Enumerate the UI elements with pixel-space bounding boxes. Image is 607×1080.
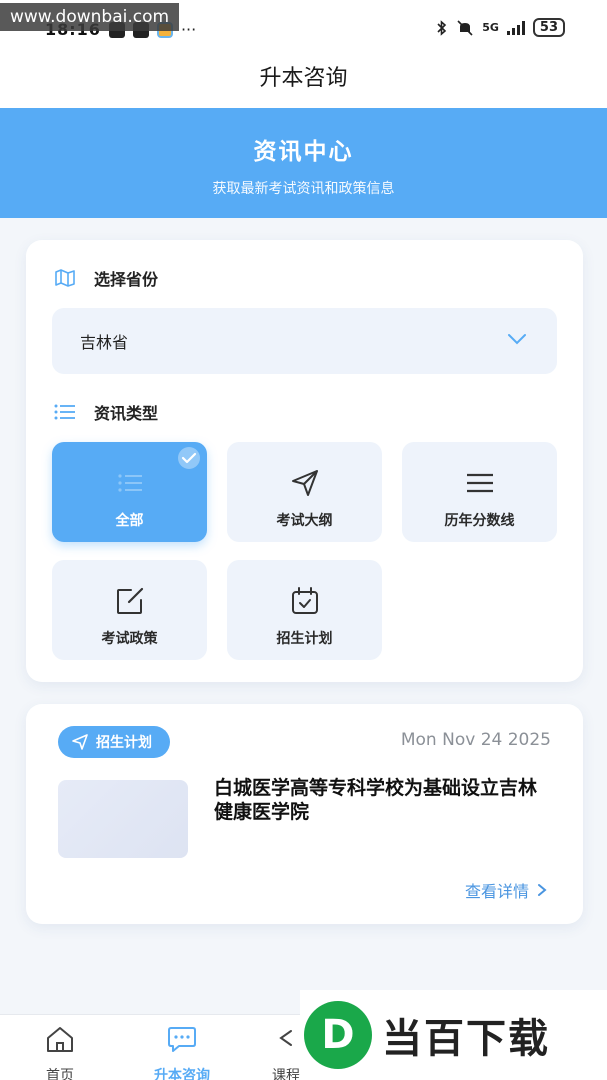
list-icon [117,474,142,492]
news-category-tag: 招生计划 [58,726,170,758]
chevron-down-icon [508,334,526,345]
province-section-head: 选择省份 [54,266,158,290]
type-tile-enrollment[interactable]: 招生计划 [227,560,382,660]
type-tile-label: 全部 [115,513,144,529]
type-tile-policy[interactable]: 考试政策 [52,560,207,660]
province-value: 吉林省 [80,333,129,352]
news-date: Mon Nov 24 2025 [400,730,551,750]
type-tile-all[interactable]: 全部 [52,442,207,542]
edit-icon [116,587,143,614]
bluetooth-icon [437,19,447,36]
calendar-check-icon [291,587,318,614]
page-title: 升本咨询 [259,66,348,91]
status-bar: 18:16 ··· 5G 53 www.downbai.com [0,0,607,50]
status-right: 5G 53 [436,18,565,37]
mute-icon [457,19,473,36]
news-title: 白城医学高等专科学校为基础设立吉林健康医学院 [214,777,538,823]
watermark-logo-icon: D [304,1001,372,1069]
watermark-url: www.downbai.com [0,3,180,31]
banner-title: 资讯中心 [253,139,354,165]
view-details-link[interactable]: 查看详情 [465,878,547,902]
news-tag-label: 招生计划 [96,735,152,751]
view-details-label: 查看详情 [464,882,529,901]
watermark-logo-letter: D [321,1012,355,1058]
filter-card: 选择省份 吉林省 资讯类型 全部 考试大纲 历年分数线 考试政策 招生计划 [26,240,583,682]
type-tile-label: 考试大纲 [276,513,333,529]
menu-icon [466,473,493,493]
send-icon [72,734,88,750]
home-icon [47,1027,73,1052]
type-tile-label: 历年分数线 [444,513,515,529]
type-section-head: 资讯类型 [54,400,158,424]
info-banner: 资讯中心 获取最新考试资讯和政策信息 [0,108,607,218]
more-icon: ··· [180,20,197,39]
type-label: 资讯类型 [94,404,159,423]
banner-subtitle: 获取最新考试资讯和政策信息 [212,181,395,197]
network-type: 5G [482,21,499,34]
share-icon [279,1030,292,1046]
map-icon [55,269,75,287]
tab-home[interactable]: 首页 [10,1015,110,1080]
tab-label: 首页 [46,1068,74,1080]
province-select[interactable]: 吉林省 [52,308,557,374]
list-icon [54,404,75,420]
watermark-logo-text: 当百下载 [382,1016,550,1062]
news-card[interactable]: 招生计划 Mon Nov 24 2025 白城医学高等专科学校为基础设立吉林健康… [26,704,583,924]
province-label: 选择省份 [94,270,159,289]
type-tile-syllabus[interactable]: 考试大纲 [227,442,382,542]
chat-icon [168,1027,196,1052]
type-tile-score-lines[interactable]: 历年分数线 [402,442,557,542]
news-thumbnail [58,780,188,858]
type-tile-label: 考试政策 [101,631,158,647]
tab-consult[interactable]: 升本咨询 [132,1015,232,1080]
nav-bar: 升本咨询 [0,50,607,108]
tab-label: 升本咨询 [154,1068,210,1080]
chevron-right-icon [538,884,547,896]
signal-icon [506,20,525,35]
watermark-logo: D 当百下载 [300,990,607,1080]
type-tile-label: 招生计划 [276,631,333,647]
send-icon [291,470,318,496]
battery-icon: 53 [532,18,565,37]
check-circle-icon [178,447,200,469]
